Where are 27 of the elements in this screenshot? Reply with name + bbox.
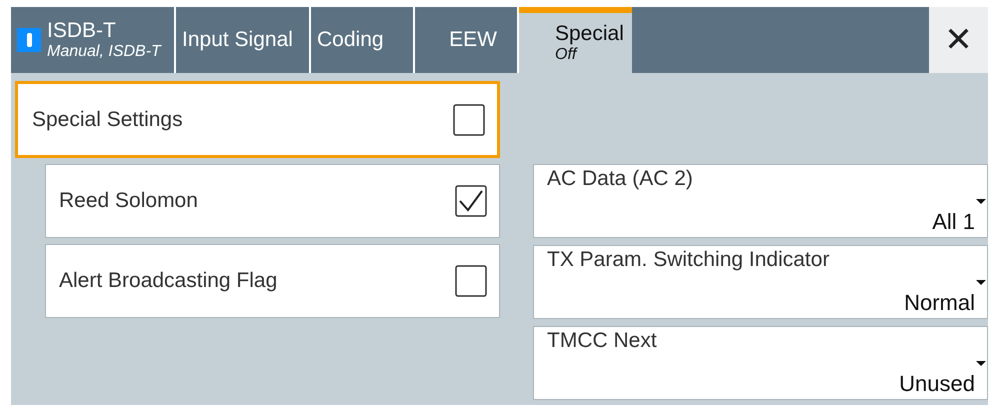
dropdown-label: TMCC Next: [547, 329, 658, 353]
setting-label: Alert Broadcasting Flag: [59, 269, 278, 293]
setting-row[interactable]: Reed Solomon: [45, 164, 500, 238]
setting-row[interactable]: Alert Broadcasting Flag: [45, 244, 500, 318]
dropdown-label: AC Data (AC 2): [547, 167, 694, 191]
caret-icon: [976, 199, 986, 204]
dropdown-value: Unused: [899, 371, 975, 398]
tab[interactable]: Coding: [311, 7, 413, 73]
setting-row[interactable]: Special Settings: [15, 81, 500, 158]
tab[interactable]: EEW: [415, 7, 517, 73]
dropdown[interactable]: AC Data (AC 2) All 1: [533, 164, 988, 238]
tab[interactable]: Input Signal: [176, 7, 309, 73]
caret-icon: [976, 361, 986, 366]
checkbox[interactable]: [453, 104, 485, 136]
dropdown[interactable]: TX Param. Switching Indicator Normal: [533, 245, 988, 319]
checkbox[interactable]: [455, 185, 487, 217]
tab[interactable]: Special Off: [519, 7, 632, 73]
tab[interactable]: ISDB-T Manual, ISDB-T: [11, 7, 174, 73]
dropdown[interactable]: TMCC Next Unused: [533, 326, 988, 400]
caret-icon: [976, 280, 986, 285]
setting-label: Reed Solomon: [59, 189, 198, 213]
dropdown-value: Normal: [904, 290, 975, 317]
setting-label: Special Settings: [32, 108, 183, 132]
close-button[interactable]: ✕: [929, 7, 988, 73]
dropdown-value: All 1: [932, 209, 975, 236]
dropdown-label: TX Param. Switching Indicator: [547, 248, 830, 272]
checkbox[interactable]: [455, 265, 487, 297]
